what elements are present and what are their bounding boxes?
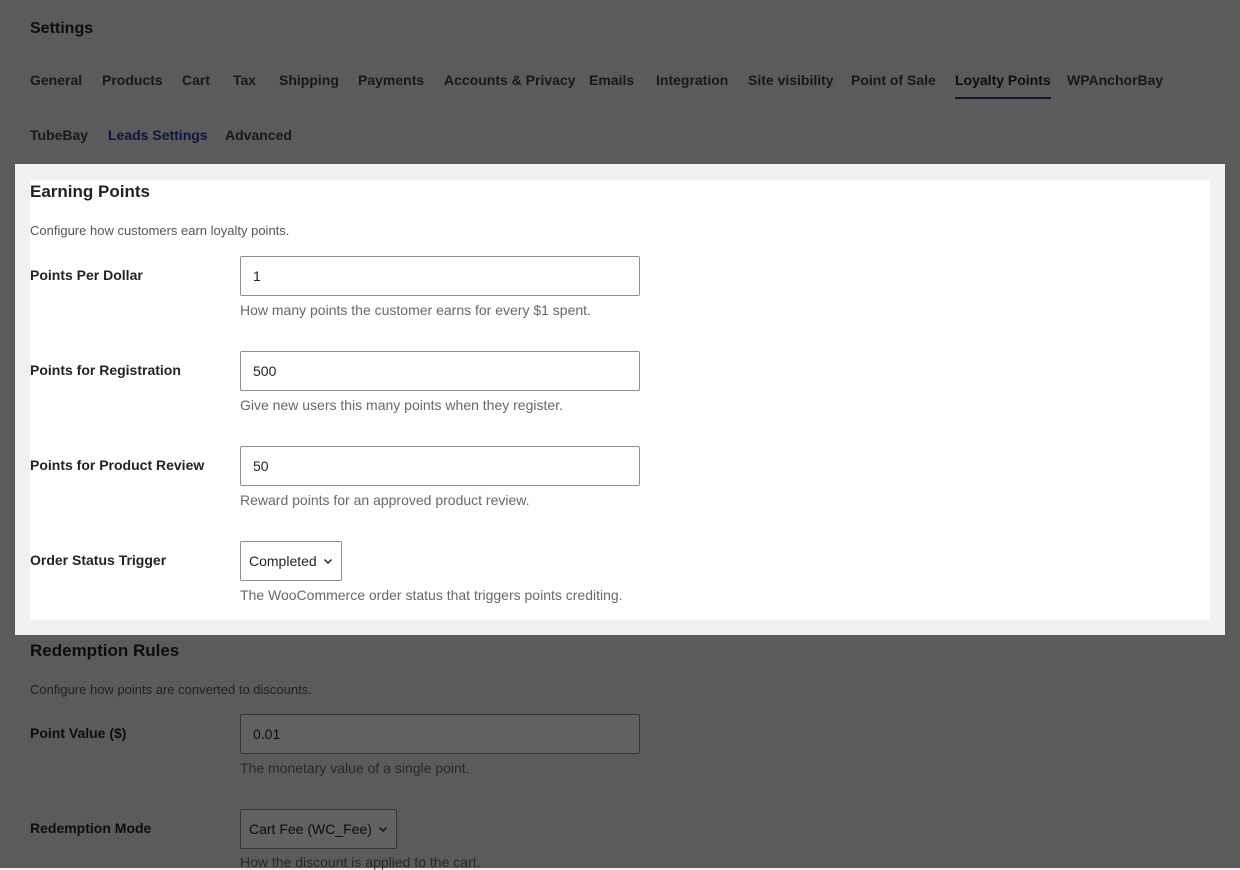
earning-points-description: Configure how customers earn loyalty poi… — [30, 223, 290, 238]
tab-point-of-sale[interactable]: Point of Sale — [851, 71, 936, 89]
tab-emails[interactable]: Emails — [589, 71, 634, 89]
redemption-rules-description: Configure how points are converted to di… — [30, 682, 312, 697]
page-title: Settings — [30, 20, 94, 37]
tab-advanced[interactable]: Advanced — [225, 126, 292, 144]
tab-wpanchorbay[interactable]: WPAnchorBay — [1067, 71, 1163, 89]
point-value-help: The monetary value of a single point. — [240, 760, 470, 776]
tab-shipping[interactable]: Shipping — [279, 71, 339, 89]
tab-general[interactable]: General — [30, 71, 82, 89]
tab-accounts-privacy[interactable]: Accounts & Privacy — [444, 71, 576, 89]
tab-integration[interactable]: Integration — [656, 71, 728, 89]
chevron-down-icon — [378, 824, 388, 834]
points-for-registration-help: Give new users this many points when the… — [240, 397, 563, 413]
overlay-left — [0, 164, 15, 635]
tab-payments[interactable]: Payments — [358, 71, 424, 89]
tab-products[interactable]: Products — [102, 71, 163, 89]
points-per-dollar-input[interactable] — [240, 256, 640, 296]
tab-site-visibility[interactable]: Site visibility — [748, 71, 834, 89]
order-status-trigger-help: The WooCommerce order status that trigge… — [240, 587, 623, 603]
order-status-trigger-select[interactable]: Completed — [240, 541, 342, 581]
earning-points-title: Earning Points — [30, 182, 150, 201]
overlay-right — [1225, 164, 1240, 635]
tab-tax[interactable]: Tax — [233, 71, 256, 89]
redemption-rules-title: Redemption Rules — [30, 641, 180, 660]
point-value-label: Point Value ($) — [30, 725, 127, 741]
tab-cart[interactable]: Cart — [182, 71, 210, 89]
redemption-mode-label: Redemption Mode — [30, 820, 152, 836]
points-for-registration-input[interactable] — [240, 351, 640, 391]
order-status-trigger-value: Completed — [249, 553, 317, 569]
chevron-down-icon — [323, 556, 333, 566]
tab-leads-settings[interactable]: Leads Settings — [108, 126, 208, 144]
points-for-product-review-label: Points for Product Review — [30, 457, 205, 473]
point-value-input[interactable] — [240, 714, 640, 754]
tab-tubebay[interactable]: TubeBay — [30, 126, 88, 144]
points-for-product-review-input[interactable] — [240, 446, 640, 486]
redemption-mode-select[interactable]: Cart Fee (WC_Fee) — [240, 809, 397, 849]
redemption-mode-value: Cart Fee (WC_Fee) — [249, 821, 372, 837]
order-status-trigger-label: Order Status Trigger — [30, 552, 167, 568]
points-for-registration-label: Points for Registration — [30, 362, 181, 378]
points-per-dollar-help: How many points the customer earns for e… — [240, 302, 591, 318]
tab-loyalty-points[interactable]: Loyalty Points — [955, 71, 1051, 99]
earning-points-panel — [30, 180, 1210, 620]
points-for-product-review-help: Reward points for an approved product re… — [240, 492, 530, 508]
points-per-dollar-label: Points Per Dollar — [30, 267, 143, 283]
